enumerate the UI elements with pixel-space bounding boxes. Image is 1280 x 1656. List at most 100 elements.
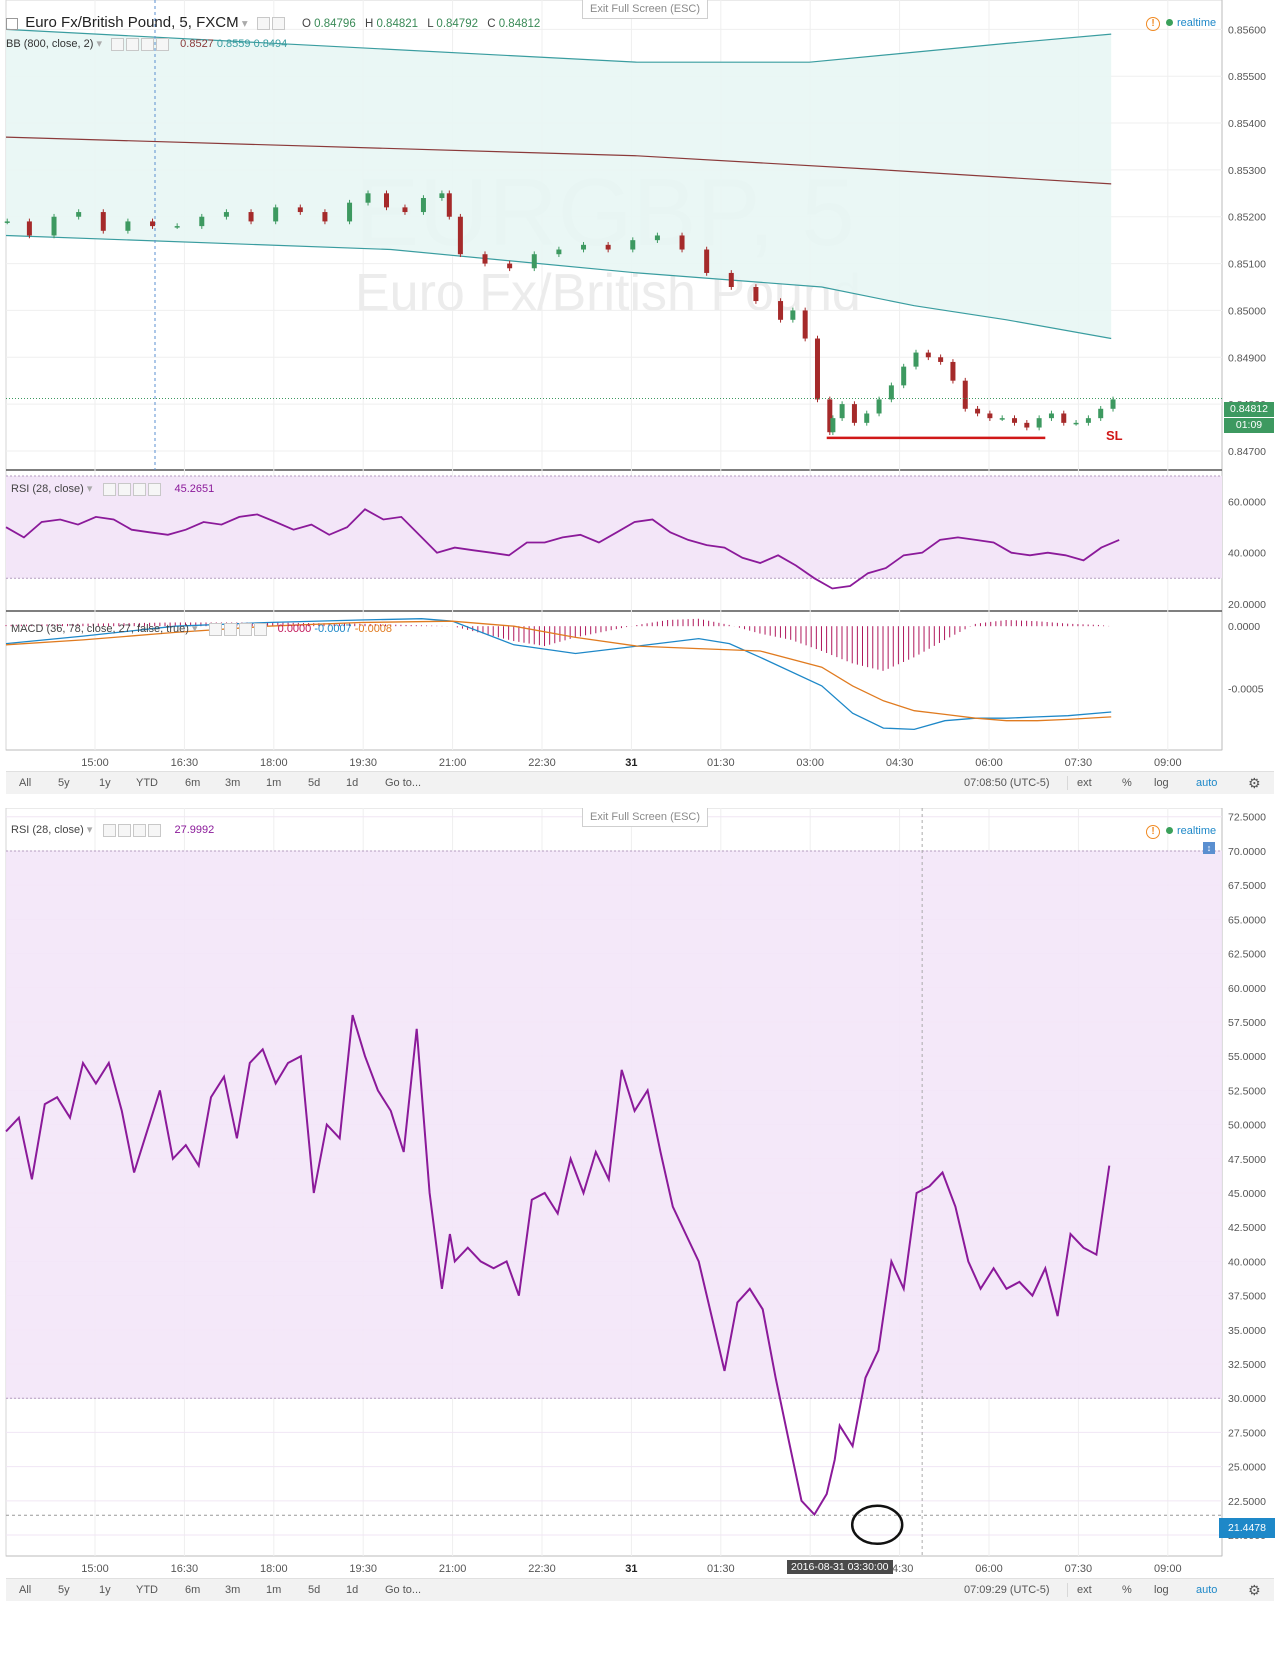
warning-icon[interactable]: ! [1146,825,1160,839]
rsi-dropdown-icon[interactable]: ▾ [87,824,93,836]
bb-legend-buttons [111,37,171,51]
range-5d[interactable]: 5d [308,772,320,794]
time-tick-label: 15:00 [81,757,109,769]
price-tick-label: 0.85000 [1228,305,1266,317]
gear-icon[interactable]: ⚙ [1248,772,1261,794]
settings-icon[interactable] [223,622,237,636]
rsi-value: 45.2651 [174,483,215,495]
separator [1067,776,1068,790]
plus-icon[interactable] [238,622,252,636]
close-icon[interactable] [148,482,162,496]
candle-body [223,212,229,217]
cursor-date-label: 2016-08-31 03:30:00 [787,1560,893,1574]
range-all[interactable]: All [19,1579,31,1601]
rsi-tick-label: 35.0000 [1228,1325,1266,1337]
range-1y[interactable]: 1y [99,1579,111,1601]
top-chart-svg[interactable]: 0.85600 0.85500 0.85400 0.85300 0.85200 0.851… [0,0,1280,800]
candle-body [531,254,537,269]
range-1y[interactable]: 1y [99,772,111,794]
macd-dropdown-icon[interactable]: ▾ [192,623,198,635]
exit-fullscreen-button[interactable]: Exit Full Screen (ESC) [582,808,708,827]
realtime-indicator[interactable]: ! realtime [1146,17,1216,31]
range-ytd[interactable]: YTD [136,1579,158,1601]
bottom-chart-svg[interactable]: 72.5000 70.0000 67.5000 65.0000 62.5000 60.00… [0,808,1280,1608]
eye-icon[interactable] [103,823,117,837]
macd-legend-buttons [208,622,269,636]
plus-icon[interactable] [141,37,155,51]
candle-body [814,338,820,400]
log-toggle[interactable]: log [1154,772,1169,794]
bb-dropdown-icon[interactable]: ▾ [97,38,103,50]
range-1m[interactable]: 1m [266,772,281,794]
settings-icon[interactable] [118,482,132,496]
range-1d[interactable]: 1d [346,772,358,794]
eye-icon[interactable] [103,482,117,496]
goto-button[interactable]: Go to... [385,772,421,794]
close-icon[interactable] [148,823,162,837]
eye-icon[interactable] [111,37,125,51]
candle-body [1110,399,1116,409]
exit-fullscreen-button[interactable]: Exit Full Screen (ESC) [582,0,708,19]
rsi-tick-label: 30.0000 [1228,1393,1266,1405]
symbol-title[interactable]: Euro Fx/British Pound, 5, FXCM [25,14,238,31]
close-icon[interactable] [253,622,267,636]
range-1d[interactable]: 1d [346,1579,358,1601]
rsi-label[interactable]: RSI (28, close) [11,483,84,495]
rsi-dropdown-icon[interactable]: ▾ [87,483,93,495]
ext-toggle[interactable]: ext [1077,1579,1092,1601]
symbol-dropdown-icon[interactable]: ▾ [242,18,248,30]
candle-body [630,240,636,250]
rsi-tick-label: 52.5000 [1228,1085,1266,1097]
scale-toggle-icon[interactable]: ↕ [1203,842,1215,854]
range-5y[interactable]: 5y [58,772,70,794]
range-6m[interactable]: 6m [185,772,200,794]
macd-legend: MACD (36, 78, close, 27, false, true) ▾ … [11,622,392,636]
rsi-legend-buttons [103,482,163,496]
auto-toggle[interactable]: auto [1196,772,1217,794]
percent-toggle[interactable]: % [1122,772,1132,794]
eye-icon[interactable] [256,17,270,31]
macd-label[interactable]: MACD (36, 78, close, 27, false, true) [11,623,189,635]
realtime-indicator[interactable]: ! realtime [1146,825,1216,839]
candle-body [802,310,808,339]
bb-label[interactable]: BB (800, close, 2) [6,38,93,50]
rsi-tick-label: 32.5000 [1228,1359,1266,1371]
range-5d[interactable]: 5d [308,1579,320,1601]
candle-body [679,235,685,250]
range-all[interactable]: All [19,772,31,794]
ext-toggle[interactable]: ext [1077,772,1092,794]
price-tick-label: 0.85200 [1228,212,1266,224]
candle-body [1085,418,1091,423]
settings-icon[interactable] [118,823,132,837]
range-3m[interactable]: 3m [225,1579,240,1601]
collapse-icon[interactable] [6,17,18,30]
range-5y[interactable]: 5y [58,1579,70,1601]
goto-button[interactable]: Go to... [385,1579,421,1601]
close-icon[interactable] [156,37,170,51]
candle-body [913,352,919,367]
rsi-tick-label: 60.0000 [1228,497,1266,509]
time-tick-label: 22:30 [528,1563,556,1575]
range-3m[interactable]: 3m [225,772,240,794]
settings-icon[interactable] [271,17,285,31]
range-6m[interactable]: 6m [185,1579,200,1601]
log-toggle[interactable]: log [1154,1579,1169,1601]
auto-toggle[interactable]: auto [1196,1579,1217,1601]
time-tick-label: 31 [625,757,637,769]
eye-icon[interactable] [208,622,222,636]
warning-icon[interactable]: ! [1146,17,1160,31]
range-ytd[interactable]: YTD [136,772,158,794]
time-tick-label: 09:00 [1154,757,1182,769]
range-1m[interactable]: 1m [266,1579,281,1601]
settings-icon[interactable] [126,37,140,51]
candle-body [938,357,944,362]
plus-icon[interactable] [133,823,147,837]
macd-signal-value: -0.0008 [354,623,393,635]
time-tick-label: 04:30 [886,757,914,769]
rsi-tick-label: 70.0000 [1228,846,1266,858]
rsi-tick-label: 42.5000 [1228,1222,1266,1234]
plus-icon[interactable] [133,482,147,496]
gear-icon[interactable]: ⚙ [1248,1579,1261,1601]
rsi-label[interactable]: RSI (28, close) [11,824,84,836]
percent-toggle[interactable]: % [1122,1579,1132,1601]
